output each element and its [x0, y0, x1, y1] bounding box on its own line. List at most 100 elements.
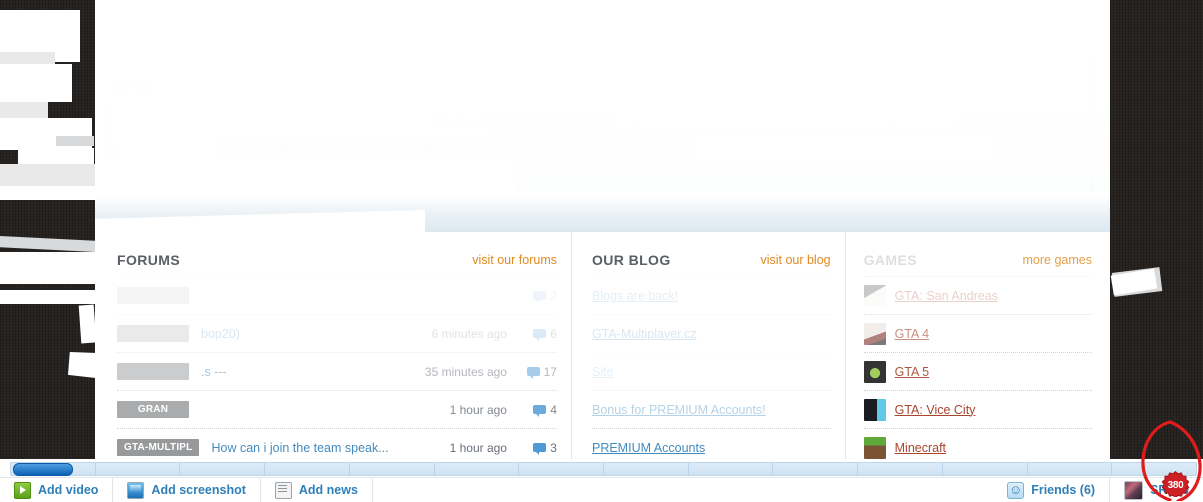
forum-tag: GRAN	[117, 401, 189, 418]
comment-count-value: 3	[550, 440, 557, 455]
page-shelf	[95, 196, 1110, 232]
forum-tag: GTA-MULTIPL	[117, 439, 200, 456]
more-games-link[interactable]: more games	[1023, 253, 1092, 267]
add-screenshot-button[interactable]: Add screenshot	[113, 478, 261, 502]
list-item[interactable]: GTA: San Andreas	[863, 276, 1092, 314]
bottom-toolbar: Add video Add screenshot Add news Friend…	[0, 477, 1203, 502]
scrollbar-thumb[interactable]	[13, 463, 73, 476]
forum-comment-count: 2	[523, 289, 557, 303]
forum-thread-time: 35 minutes ago	[424, 364, 507, 379]
table-row[interactable]: 2	[117, 276, 557, 314]
paper-fragment	[0, 252, 95, 284]
comment-count-value: 4	[550, 402, 557, 417]
paper-fragment	[0, 290, 95, 304]
visit-our-blog-link[interactable]: visit our blog	[760, 253, 830, 267]
scrollbar-tick	[435, 463, 520, 475]
list-item[interactable]: GTA: Vice City	[863, 390, 1092, 428]
forums-header: FORUMS visit our forums	[117, 252, 557, 276]
scrollbar-tick	[1112, 463, 1196, 475]
game-link[interactable]: GTA 5	[895, 365, 930, 379]
gta-vice-city-icon	[863, 398, 886, 421]
table-row[interactable]: GTA-MULTIPL How can i join the team spea…	[117, 428, 557, 460]
list-item[interactable]: Minecraft	[863, 428, 1092, 460]
table-row[interactable]: bop20) 6 minutes ago 6	[117, 314, 557, 352]
blog-title: OUR BLOG	[591, 252, 671, 268]
homepage-modules: FORUMS visit our forums 2 bop20) 6 minut…	[95, 232, 1110, 460]
horizontal-scrollbar[interactable]	[0, 459, 1203, 477]
comment-bubble-icon	[533, 405, 547, 417]
scrollbar-tick	[858, 463, 943, 475]
scrollbar-tick	[96, 463, 181, 475]
minecraft-icon	[863, 436, 886, 459]
page-heading-ghost: Fotozdroleka.	[435, 112, 538, 131]
video-play-icon	[14, 481, 31, 499]
paper-fragment	[78, 304, 97, 344]
paper-fragment	[56, 136, 94, 146]
gta-san-andreas-icon	[863, 284, 886, 307]
blog-post-link[interactable]: Bonus for PREMIUM Accounts!	[592, 403, 766, 417]
dissolve-veil	[95, 0, 1110, 60]
paper-fragment	[0, 52, 55, 64]
add-news-label: Add news	[298, 483, 358, 497]
forum-thread-title[interactable]: bop20)	[201, 327, 432, 341]
list-item[interactable]: GTA 5	[863, 352, 1092, 390]
dialog-subtitle: Upload	[117, 80, 156, 94]
add-news-button[interactable]: Add news	[261, 478, 373, 502]
blog-post-link[interactable]: GTA-Multiplayer.cz	[592, 327, 697, 341]
table-row[interactable]: .s --- 35 minutes ago 17	[117, 352, 557, 390]
blog-post-link[interactable]: Blogs are back!	[592, 289, 678, 303]
scrollbar-tick	[350, 463, 435, 475]
add-video-button[interactable]: Add video	[0, 478, 114, 502]
list-item[interactable]: Blogs are back!	[591, 276, 831, 314]
friends-smiley-icon	[1007, 481, 1025, 499]
forum-tag	[117, 325, 189, 342]
game-link[interactable]: GTA: San Andreas	[895, 289, 998, 303]
add-screenshot-label: Add screenshot	[151, 483, 246, 497]
game-link[interactable]: GTA: Vice City	[895, 403, 976, 417]
scrollbar-tick	[265, 463, 350, 475]
forum-comment-count: 3	[523, 441, 557, 455]
games-module: GAMES more games GTA: San Andreas GTA 4 …	[844, 232, 1110, 460]
list-item[interactable]: PREMIUM Accounts	[591, 428, 831, 460]
friends-label: Friends (6)	[1031, 483, 1096, 497]
blog-header: OUR BLOG visit our blog	[592, 252, 831, 276]
scrollbar-track[interactable]	[10, 462, 1197, 476]
game-link[interactable]: GTA 4	[895, 327, 930, 341]
blog-post-link[interactable]: PREMIUM Accounts	[592, 441, 705, 455]
list-item[interactable]: Site	[591, 352, 831, 390]
list-item[interactable]: GTA-Multiplayer.cz	[591, 314, 831, 352]
comment-bubble-icon	[533, 329, 547, 341]
blog-module: OUR BLOG visit our blog Blogs are back! …	[570, 232, 845, 460]
forum-tag	[117, 287, 189, 304]
list-item[interactable]: GTA 4	[863, 314, 1092, 352]
blog-post-link[interactable]: Site	[592, 365, 614, 379]
scrollbar-tick	[180, 463, 266, 475]
list-item[interactable]: Bonus for PREMIUM Accounts!	[591, 390, 831, 428]
paper-fragment	[0, 164, 95, 186]
error-banner-text: The upload request must be at least 30kb…	[233, 142, 491, 154]
table-row[interactable]: GRAN 1 hour ago 4	[117, 390, 557, 428]
paper-fragment	[68, 352, 98, 378]
screenshot-icon	[127, 481, 145, 499]
forums-title: FORUMS	[117, 252, 181, 268]
web-page: Select screenshot Upload Fotozdroleka. T…	[95, 0, 1110, 460]
friends-button[interactable]: Friends (6)	[993, 478, 1111, 502]
comment-bubble-icon	[533, 443, 547, 455]
forum-comment-count: 4	[523, 403, 557, 417]
user-account-button[interactable]: SRT10	[1110, 478, 1203, 502]
forum-thread-time: 6 minutes ago	[431, 326, 507, 341]
forum-thread-title[interactable]: .s ---	[201, 365, 425, 379]
comment-count-value: 2	[550, 288, 557, 303]
visit-our-forums-link[interactable]: visit our forums	[472, 253, 557, 267]
forum-comment-count: 17	[523, 365, 557, 379]
games-title: GAMES	[863, 252, 917, 268]
username-label: SRT10	[1150, 483, 1189, 497]
forum-thread-title[interactable]: How can i join the team speak...	[211, 441, 449, 455]
dissolve-veil	[695, 136, 995, 166]
gta-5-icon	[863, 360, 886, 383]
gta-4-icon	[863, 322, 886, 345]
game-link[interactable]: Minecraft	[895, 441, 946, 455]
scrollbar-tick	[519, 463, 605, 475]
add-video-label: Add video	[38, 483, 99, 497]
